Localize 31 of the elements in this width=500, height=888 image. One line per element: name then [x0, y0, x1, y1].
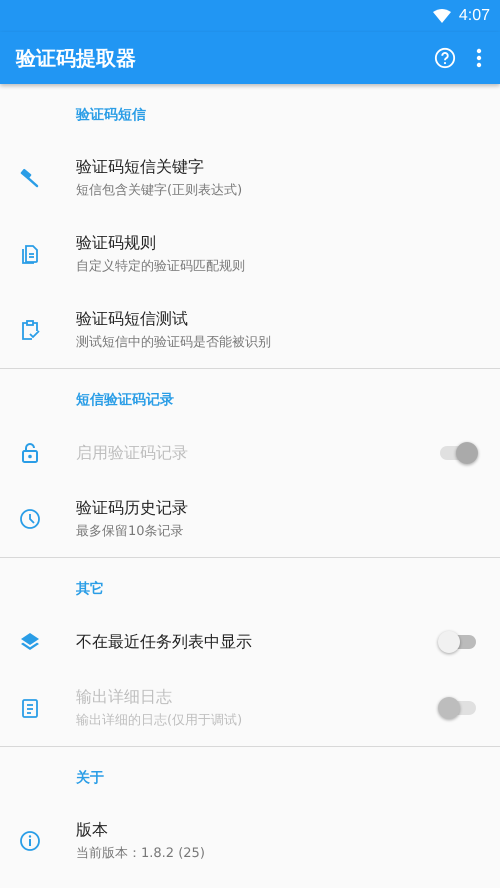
item-title: 输出详细日志	[76, 687, 173, 708]
section-header: 其它	[76, 580, 104, 598]
item-title: 版本	[76, 820, 109, 841]
settings-item[interactable]: 验证码短信关键字 短信包含关键字(正则表达式)	[0, 140, 500, 216]
item-summary: 输出详细的日志(仅用于调试)	[76, 712, 244, 729]
settings-item[interactable]: 验证码历史记录 最多保留10条记录	[0, 481, 500, 557]
item-summary: 最多保留10条记录	[76, 523, 185, 540]
item-title: 不在最近任务列表中显示	[76, 632, 253, 652]
info-icon	[18, 829, 42, 853]
item-summary: 短信包含关键字(正则表达式)	[76, 182, 244, 199]
item-title: 验证码短信测试	[76, 309, 189, 330]
settings-item[interactable]: 版本 当前版本：1.8.2 (25)	[0, 803, 500, 879]
wifi-icon	[432, 9, 451, 23]
clock-icon	[18, 507, 42, 531]
section-header: 验证码短信	[76, 106, 146, 124]
app-title: 验证码提取器	[16, 44, 137, 72]
item-title: 启用验证码记录	[76, 442, 189, 464]
item-title: 验证码短信关键字	[76, 157, 205, 178]
help-icon	[434, 47, 456, 69]
item-summary: 自定义特定的验证码匹配规则	[76, 258, 246, 275]
settings-item[interactable]: 不在最近任务列表中显示	[0, 614, 500, 670]
item-summary: 测试短信中的验证码是否能被识别	[76, 334, 272, 351]
item-title: 验证码规则	[76, 233, 157, 254]
status-time: 4:07	[458, 7, 490, 25]
more-icon	[476, 48, 482, 68]
item-title: 验证码历史记录	[76, 498, 189, 519]
settings-item[interactable]: 验证码短信测试 测试短信中的验证码是否能被识别	[0, 292, 500, 368]
item-summary: 当前版本：1.8.2 (25)	[76, 845, 206, 862]
section-header: 关于	[76, 769, 104, 787]
section-header: 短信验证码记录	[76, 391, 174, 409]
settings-item[interactable]: 验证码规则 自定义特定的验证码匹配规则	[0, 216, 500, 292]
